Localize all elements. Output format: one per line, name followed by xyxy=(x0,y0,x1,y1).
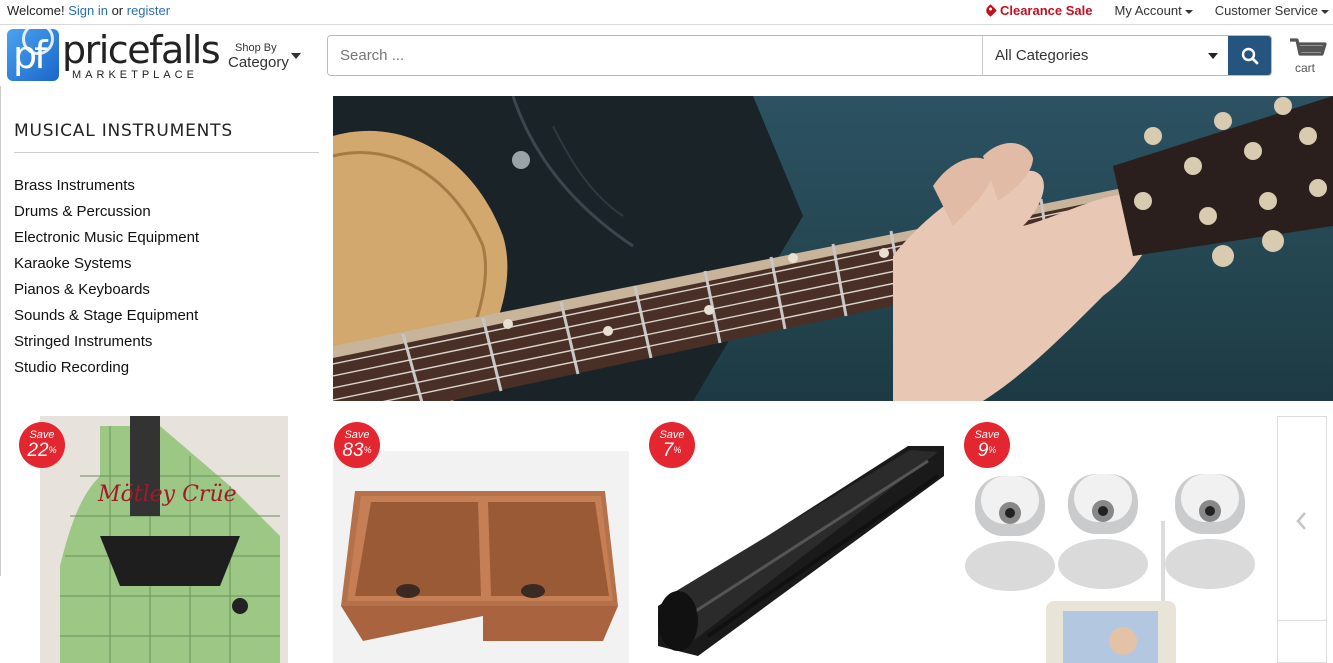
welcome-text: Welcome! xyxy=(7,3,65,18)
sidebar-item-brass-instruments[interactable]: Brass Instruments xyxy=(14,173,199,199)
search-button[interactable] xyxy=(1228,36,1271,75)
search-bar: All Categories xyxy=(327,35,1272,76)
or-text: or xyxy=(111,3,124,18)
category-label: Category xyxy=(228,54,289,71)
save-badge: Save 83% xyxy=(334,422,380,468)
subcategory-list: Brass Instruments Drums & Percussion Ele… xyxy=(14,173,199,381)
guitar-banner-image xyxy=(333,96,1333,401)
sidebar-item-karaoke-systems[interactable]: Karaoke Systems xyxy=(14,251,199,277)
header: pf pricefalls MARKETPLACE Shop By Catego… xyxy=(0,26,1333,86)
search-input[interactable] xyxy=(328,36,982,75)
caret-down-icon xyxy=(1208,53,1218,59)
customer-service-dropdown[interactable]: Customer Service xyxy=(1215,3,1329,18)
caret-down-icon xyxy=(291,53,301,59)
chevron-left-icon xyxy=(1296,512,1306,530)
logo-mark: pf xyxy=(7,29,59,81)
signed-electric-guitar-icon: Mötley Crüe xyxy=(40,416,288,663)
product-card[interactable]: Save 9% xyxy=(963,416,1259,663)
clearance-sale-label: Clearance Sale xyxy=(999,3,1093,18)
clearance-sale-link[interactable]: Clearance Sale xyxy=(984,3,1093,18)
save-badge: Save 9% xyxy=(964,422,1010,468)
logo-subtitle: MARKETPLACE xyxy=(72,69,198,81)
chevron-down-icon xyxy=(1184,9,1193,14)
product-card[interactable]: Save 7% xyxy=(648,416,944,663)
save-badge: Save 22% xyxy=(19,422,65,468)
customer-service-label: Customer Service xyxy=(1214,3,1318,18)
sidebar-item-studio-recording[interactable]: Studio Recording xyxy=(14,355,199,381)
logo-name: pricefalls xyxy=(62,28,221,72)
welcome-area: Welcome! Sign in or register xyxy=(7,3,170,18)
carousel-prev-button[interactable] xyxy=(1277,416,1327,663)
shop-by-category-button[interactable]: Shop By Category xyxy=(226,42,306,72)
top-right-menu: Clearance Sale My Account Customer Servi… xyxy=(964,3,1333,18)
cart-icon xyxy=(1290,38,1327,56)
cart-button[interactable]: cart xyxy=(1286,37,1330,77)
svg-text:Mötley Crüe: Mötley Crüe xyxy=(97,482,237,507)
category-select-value: All Categories xyxy=(995,47,1089,64)
save-badge: Save 7% xyxy=(649,422,695,468)
sign-in-link[interactable]: Sign in xyxy=(68,3,108,18)
cart-label: cart xyxy=(1295,61,1316,75)
hero-banner-guitar[interactable] xyxy=(333,96,1333,401)
sidebar-item-drums-percussion[interactable]: Drums & Percussion xyxy=(14,199,199,225)
product-card[interactable]: Save 22% Mötley Crüe xyxy=(18,416,298,663)
tag-icon xyxy=(984,4,997,17)
product-card[interactable]: Save 83% xyxy=(333,416,629,663)
register-link[interactable]: register xyxy=(127,3,170,18)
pricefalls-logo[interactable]: pf pricefalls MARKETPLACE xyxy=(7,29,221,81)
sidebar-item-pianos-keyboards[interactable]: Pianos & Keyboards xyxy=(14,277,199,303)
chevron-down-icon xyxy=(1321,9,1329,14)
my-account-dropdown[interactable]: My Account xyxy=(1114,3,1193,18)
sidebar-title: MUSICAL INSTRUMENTS xyxy=(14,121,233,141)
sidebar-item-electronic-music[interactable]: Electronic Music Equipment xyxy=(14,225,199,251)
sidebar-divider xyxy=(14,152,319,153)
sidebar-item-sounds-stage[interactable]: Sounds & Stage Equipment xyxy=(14,303,199,329)
top-bar: Welcome! Sign in or register Clearance S… xyxy=(0,0,1333,25)
category-select[interactable]: All Categories xyxy=(982,36,1228,75)
sidebar-item-stringed-instruments[interactable]: Stringed Instruments xyxy=(14,329,199,355)
my-account-label: My Account xyxy=(1114,3,1182,18)
search-icon xyxy=(1241,47,1258,64)
